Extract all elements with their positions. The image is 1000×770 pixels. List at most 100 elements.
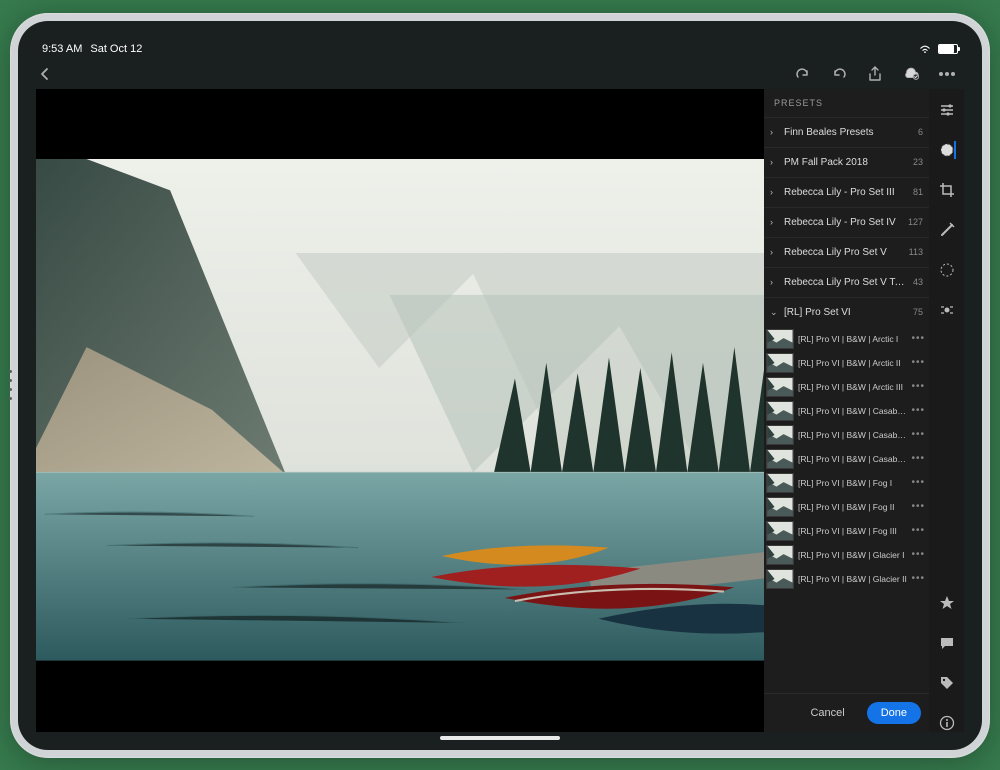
preset-thumbnail <box>766 521 794 541</box>
preset-item[interactable]: [RL] Pro VI | B&W | Casabl… ••• <box>764 399 929 423</box>
preset-name: [RL] Pro VI | B&W | Arctic III <box>798 382 907 392</box>
preset-more-icon[interactable]: ••• <box>911 573 925 584</box>
preset-group-count: 127 <box>908 217 923 227</box>
chevron-right-icon: › <box>770 217 778 227</box>
wifi-icon <box>918 44 932 54</box>
preset-item[interactable]: [RL] Pro VI | B&W | Arctic II ••• <box>764 351 929 375</box>
tag-icon[interactable] <box>938 674 956 692</box>
preset-thumbnail <box>766 569 794 589</box>
preset-name: [RL] Pro VI | B&W | Fog III <box>798 526 907 536</box>
chevron-right-icon: › <box>770 157 778 167</box>
preset-group-label: Finn Beales Presets <box>784 127 912 138</box>
preset-item[interactable]: [RL] Pro VI | B&W | Arctic I ••• <box>764 327 929 351</box>
preset-name: [RL] Pro VI | B&W | Casabl… <box>798 430 907 440</box>
back-button[interactable] <box>36 65 54 83</box>
preset-thumbnail <box>766 545 794 565</box>
preset-item[interactable]: [RL] Pro VI | B&W | Glacier I ••• <box>764 543 929 567</box>
preset-group[interactable]: ›Rebecca Lily Pro Set V Tools43 <box>764 267 929 297</box>
cloud-sync-icon[interactable] <box>902 65 920 83</box>
adjust-tool-icon[interactable] <box>938 101 956 119</box>
preset-item[interactable]: [RL] Pro VI | B&W | Glacier II ••• <box>764 567 929 591</box>
preset-group-count: 23 <box>913 157 923 167</box>
preset-item[interactable]: [RL] Pro VI | B&W | Casabl… ••• <box>764 447 929 471</box>
preset-group-label: PM Fall Pack 2018 <box>784 157 907 168</box>
preset-group-count: 43 <box>913 277 923 287</box>
cancel-button[interactable]: Cancel <box>796 702 858 724</box>
redo-button[interactable] <box>794 65 812 83</box>
statusbar: 9:53 AM Sat Oct 12 <box>36 39 964 59</box>
preset-group[interactable]: ›Finn Beales Presets6 <box>764 117 929 147</box>
preset-item[interactable]: [RL] Pro VI | B&W | Arctic III ••• <box>764 375 929 399</box>
preset-name: [RL] Pro VI | B&W | Casabl… <box>798 454 907 464</box>
preset-more-icon[interactable]: ••• <box>911 357 925 368</box>
status-time: 9:53 AM <box>42 43 82 55</box>
preset-more-icon[interactable]: ••• <box>911 453 925 464</box>
healing-tool-icon[interactable] <box>938 221 956 239</box>
preset-group-count: 81 <box>913 187 923 197</box>
preset-group-count: 75 <box>913 307 923 317</box>
preset-thumbnail <box>766 377 794 397</box>
preset-group[interactable]: › PM Fall Pack 2018 23 <box>764 147 929 177</box>
status-date: Sat Oct 12 <box>90 43 142 55</box>
preset-item[interactable]: [RL] Pro VI | B&W | Fog II ••• <box>764 495 929 519</box>
preset-group[interactable]: › Rebecca Lily - Pro Set IV 127 <box>764 207 929 237</box>
preset-more-icon[interactable]: ••• <box>911 477 925 488</box>
ipad-frame: 9:53 AM Sat Oct 12 <box>10 13 990 758</box>
camera-sensor-dots <box>9 370 12 400</box>
preset-thumbnail <box>766 425 794 445</box>
preset-thumbnail <box>766 329 794 349</box>
toolstrip <box>929 89 964 732</box>
preset-name: [RL] Pro VI | B&W | Casabl… <box>798 406 907 416</box>
preset-more-icon[interactable]: ••• <box>911 429 925 440</box>
preset-more-icon[interactable]: ••• <box>911 381 925 392</box>
preset-name: [RL] Pro VI | B&W | Arctic I <box>798 334 907 344</box>
preset-thumbnail <box>766 473 794 493</box>
comments-icon[interactable] <box>938 634 956 652</box>
edited-photo <box>36 159 764 661</box>
battery-icon <box>938 44 958 54</box>
preset-group[interactable]: ›Rebecca Lily - Pro Set III81 <box>764 177 929 207</box>
preset-more-icon[interactable]: ••• <box>911 333 925 344</box>
chevron-right-icon: › <box>770 247 778 257</box>
preset-name: [RL] Pro VI | B&W | Glacier I <box>798 550 907 560</box>
chevron-down-icon: ⌄ <box>770 307 778 318</box>
done-button[interactable]: Done <box>867 702 921 724</box>
app-topbar <box>36 59 964 89</box>
preset-group-label: Rebecca Lily Pro Set V <box>784 247 903 258</box>
share-button[interactable] <box>866 65 884 83</box>
preset-name: [RL] Pro VI | B&W | Fog I <box>798 478 907 488</box>
more-button[interactable] <box>938 65 956 83</box>
presets-tool-icon[interactable] <box>938 141 956 159</box>
preset-group-label: Rebecca Lily - Pro Set IV <box>784 217 902 228</box>
preset-more-icon[interactable]: ••• <box>911 525 925 536</box>
preset-thumbnail <box>766 401 794 421</box>
preset-group-count: 113 <box>909 247 923 257</box>
preset-more-icon[interactable]: ••• <box>911 549 925 560</box>
preset-item[interactable]: [RL] Pro VI | B&W | Fog III ••• <box>764 519 929 543</box>
undo-button[interactable] <box>830 65 848 83</box>
presets-panel: PRESETS › Finn Beales Presets 6 › PM Fall Pa… <box>764 89 929 732</box>
preset-item[interactable]: [RL] Pro VI | B&W | Fog I ••• <box>764 471 929 495</box>
star-rating-icon[interactable] <box>938 594 956 612</box>
chevron-right-icon: › <box>770 277 778 287</box>
preset-group[interactable]: › Rebecca Lily Pro Set V 113 <box>764 237 929 267</box>
preset-group-count: 6 <box>918 127 923 137</box>
preset-thumbnail <box>766 449 794 469</box>
info-icon[interactable] <box>938 714 956 732</box>
preset-more-icon[interactable]: ••• <box>911 501 925 512</box>
photo-canvas[interactable] <box>36 89 764 732</box>
selective-tool-icon[interactable] <box>938 301 956 319</box>
preset-group-label: Rebecca Lily - Pro Set III <box>784 187 907 198</box>
preset-item[interactable]: [RL] Pro VI | B&W | Casabl… ••• <box>764 423 929 447</box>
radial-mask-icon[interactable] <box>938 261 956 279</box>
preset-name: [RL] Pro VI | B&W | Arctic II <box>798 358 907 368</box>
preset-more-icon[interactable]: ••• <box>911 405 925 416</box>
presets-footer: Cancel Done <box>764 693 929 732</box>
preset-name: [RL] Pro VI | B&W | Fog II <box>798 502 907 512</box>
presets-panel-title: PRESETS <box>764 89 929 117</box>
screen: 9:53 AM Sat Oct 12 <box>18 21 982 750</box>
crop-tool-icon[interactable] <box>938 181 956 199</box>
preset-group[interactable]: ⌄[RL] Pro Set VI75 <box>764 297 929 327</box>
preset-name: [RL] Pro VI | B&W | Glacier II <box>798 574 907 584</box>
home-indicator[interactable] <box>440 736 560 740</box>
